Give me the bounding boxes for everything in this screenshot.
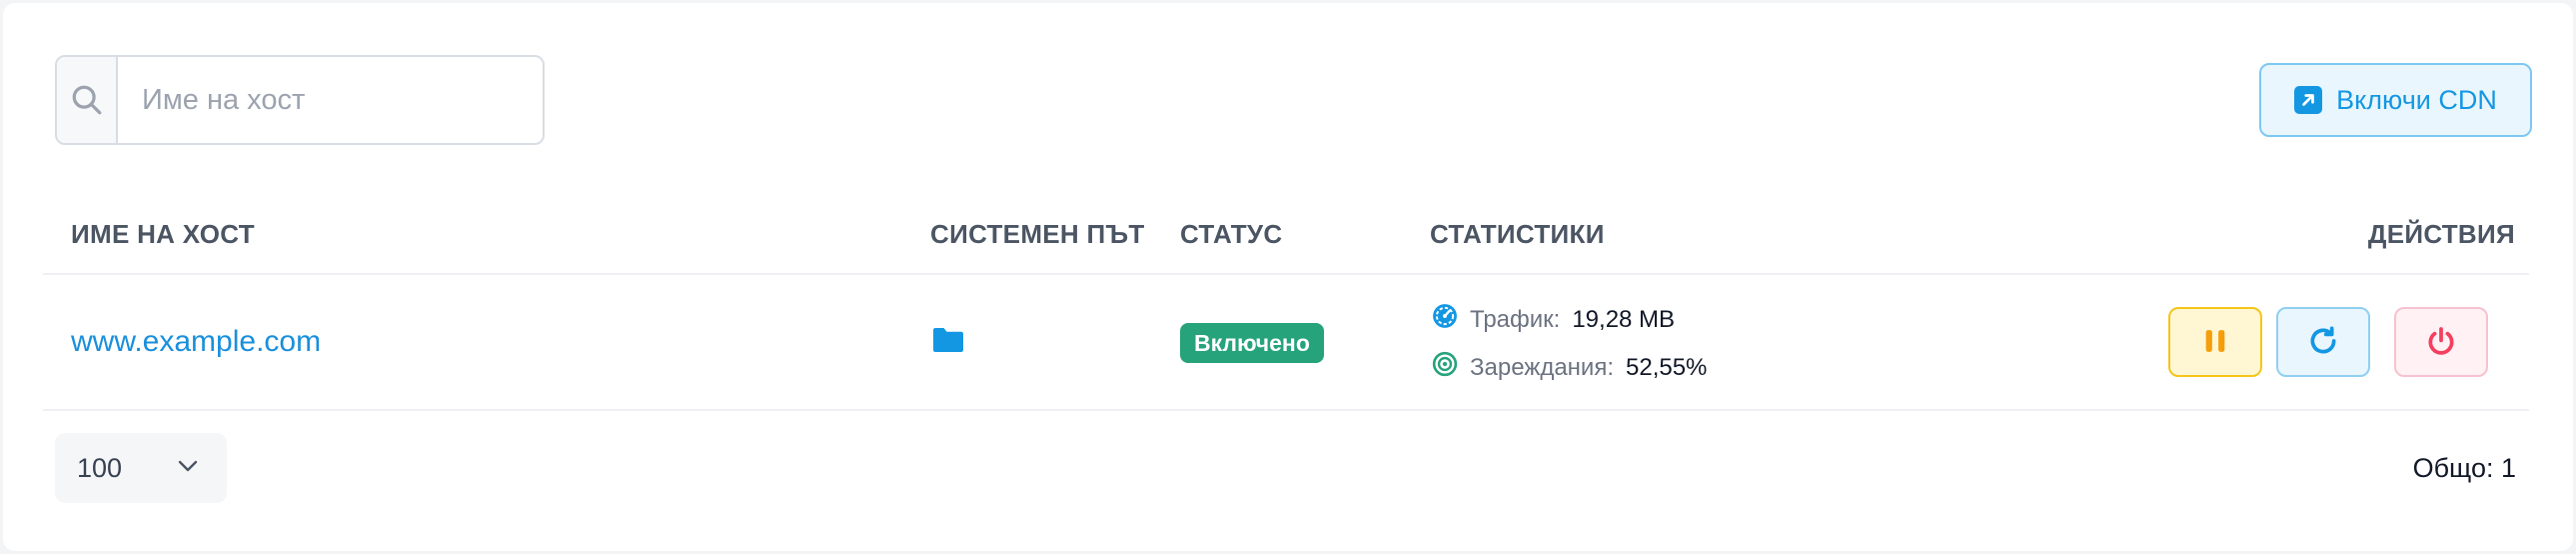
traffic-value: 19,28 MB: [1572, 305, 1676, 333]
column-header-path[interactable]: СИСТЕМЕН ПЪТ: [930, 219, 1145, 250]
traffic-stat: Трафик: 19,28 MB: [1432, 303, 1675, 336]
hits-label: Зареждания:: [1470, 353, 1614, 381]
table-header: ИМЕ НА ХОСТ СИСТЕМЕН ПЪТ СТАТУС СТАТИСТИ…: [43, 195, 2529, 275]
search-box: [55, 55, 545, 145]
column-header-stats: СТАТИСТИКИ: [1430, 219, 1605, 249]
column-header-status[interactable]: СТАТУС: [1180, 219, 1283, 250]
table-row: www.example.com Включено Трафик: 19,28 M…: [43, 275, 2529, 411]
enable-cdn-button[interactable]: Включи CDN: [2259, 63, 2532, 137]
search-icon: [57, 57, 118, 143]
power-icon: [2425, 325, 2457, 360]
page-size-select[interactable]: 100: [55, 433, 227, 503]
traffic-label: Трафик:: [1470, 305, 1561, 333]
target-icon: [1432, 351, 1458, 384]
power-button[interactable]: [2394, 307, 2488, 377]
hostname-link[interactable]: www.example.com: [71, 325, 321, 359]
total-count: Общо: 1: [2412, 453, 2516, 483]
refresh-button[interactable]: [2276, 307, 2370, 377]
status-badge: Включено: [1180, 323, 1324, 363]
page-size-value: 100: [77, 452, 123, 483]
folder-icon[interactable]: [930, 325, 966, 360]
hits-stat: Зареждания: 52,55%: [1432, 351, 1707, 384]
pause-icon: [2202, 327, 2228, 358]
external-link-square-icon: [2294, 86, 2323, 114]
column-header-actions: ДЕЙСТВИЯ: [2367, 219, 2515, 249]
enable-cdn-label: Включи CDN: [2336, 84, 2497, 115]
hosts-panel: Включи CDN ИМЕ НА ХОСТ СИСТЕМЕН ПЪТ СТАТ…: [3, 3, 2573, 551]
pause-button[interactable]: [2168, 307, 2262, 377]
hits-value: 52,55%: [1626, 353, 1708, 381]
column-header-host[interactable]: ИМЕ НА ХОСТ: [71, 219, 255, 250]
speedometer-icon: [1432, 303, 1458, 336]
chevron-down-icon: [177, 459, 199, 478]
refresh-icon: [2307, 325, 2339, 360]
search-input[interactable]: [118, 57, 543, 143]
hosts-table: ИМЕ НА ХОСТ СИСТЕМЕН ПЪТ СТАТУС СТАТИСТИ…: [43, 195, 2529, 411]
